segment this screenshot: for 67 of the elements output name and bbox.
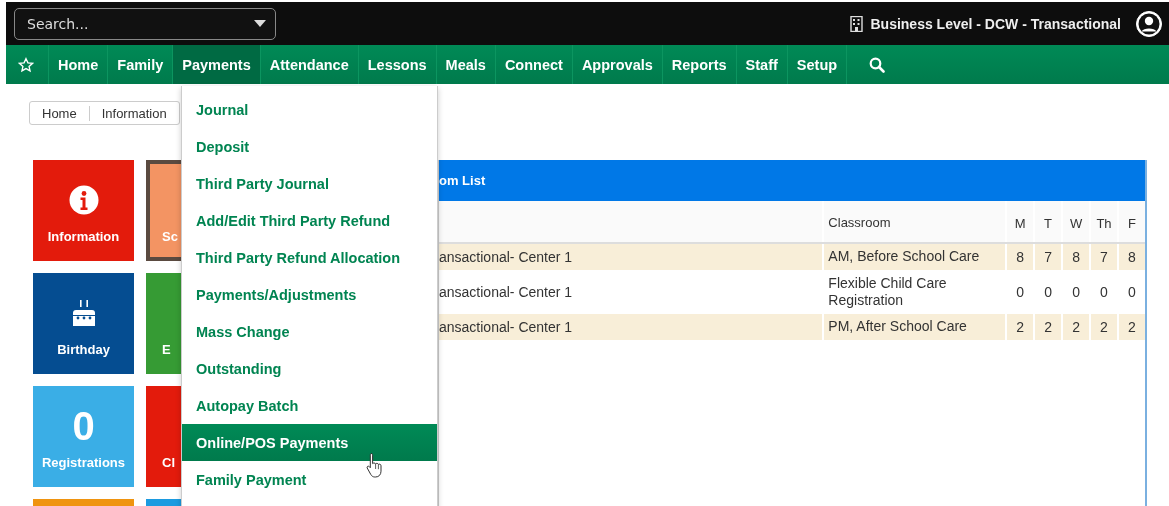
pointer-cursor-icon: [366, 452, 384, 478]
dashboard-tile[interactable]: E: [146, 273, 181, 374]
nav-tab[interactable]: Meals: [436, 45, 496, 84]
menu-item[interactable]: Deposit: [182, 128, 437, 165]
column-header: Th: [1090, 201, 1118, 243]
menu-item[interactable]: Autopay Batch: [182, 387, 437, 424]
nav-tab[interactable]: Reports: [662, 45, 737, 84]
menu-item[interactable]: Journal: [182, 91, 437, 128]
table-cell: AM, Before School Care: [823, 243, 1007, 270]
column-header: T: [1034, 201, 1063, 243]
table-cell: ansactional- Center 1: [439, 243, 824, 270]
column-header: Classroom: [823, 201, 1007, 243]
dashboard-tile[interactable]: 0 Registrations: [33, 386, 134, 487]
tile-label: Cl: [162, 455, 175, 470]
birthday-cake-icon: [72, 298, 95, 328]
column-header: F: [1118, 201, 1145, 243]
dashboard-tile[interactable]: Birthday: [33, 273, 134, 374]
table-cell: ansactional- Center 1: [439, 314, 824, 340]
dashboard-tile[interactable]: Information: [33, 160, 134, 261]
user-avatar-icon: [1135, 9, 1163, 38]
menu-item[interactable]: Third Party Journal: [182, 165, 437, 202]
nav-tab[interactable]: Approvals: [572, 45, 663, 84]
table-cell: 2: [1118, 314, 1145, 340]
column-header: M: [1006, 201, 1035, 243]
breadcrumb-item[interactable]: Home: [30, 105, 90, 121]
info-icon: [68, 185, 99, 215]
table-cell: 7: [1090, 243, 1118, 270]
menu-item[interactable]: Family Payment: [182, 461, 437, 498]
breadcrumb-item[interactable]: Information: [89, 105, 179, 121]
search-icon: [869, 56, 886, 73]
dashboard-tile[interactable]: Cl: [146, 386, 181, 487]
table-cell: 7: [1034, 243, 1063, 270]
building-icon: [850, 15, 864, 32]
menu-item[interactable]: Outstanding: [182, 350, 437, 387]
menu-item[interactable]: Third Party Refund Allocation: [182, 239, 437, 276]
caret-icon: [254, 19, 266, 28]
star-icon: [18, 56, 34, 73]
tile-label: Sc: [162, 229, 178, 244]
menu-item[interactable]: Payments/Adjustments: [182, 276, 437, 313]
nav-tab[interactable]: Setup: [787, 45, 848, 84]
registration-count: 0: [72, 406, 95, 446]
table-cell: PM, After School Care: [823, 314, 1007, 340]
table-cell: 8: [1006, 243, 1035, 270]
table-cell: 8: [1118, 243, 1145, 270]
table-cell: ansactional- Center 1: [439, 270, 824, 314]
table-cell: 2: [1062, 314, 1091, 340]
table-cell: 8: [1062, 243, 1091, 270]
tile-label: E: [162, 342, 171, 357]
tile-label: Birthday: [57, 342, 110, 357]
business-level-label: Business Level - DCW - Transactional: [870, 15, 1121, 32]
column-header: W: [1062, 201, 1091, 243]
menu-item[interactable]: Online/POS Payments: [182, 424, 437, 461]
nav-tab[interactable]: Connect: [495, 45, 573, 84]
table-cell: 2: [1034, 314, 1063, 340]
tile-label: Information: [47, 229, 120, 244]
nav-tab[interactable]: Payments: [173, 45, 261, 84]
search-field[interactable]: Search...: [14, 7, 276, 40]
menu-item[interactable]: Add/Edit Third Party Refund: [182, 202, 437, 239]
nav-tab[interactable]: Home: [49, 45, 109, 84]
nav-tab[interactable]: Staff: [736, 45, 788, 84]
tile-label: Registrations: [41, 455, 126, 470]
panel-title: om List: [439, 160, 1145, 201]
menu-item[interactable]: Mass Change: [182, 313, 437, 350]
table-cell: 2: [1006, 314, 1035, 340]
nav-tab[interactable]: Attendance: [260, 45, 359, 84]
table-cell: 2: [1090, 314, 1118, 340]
nav-tab[interactable]: Lessons: [358, 45, 437, 84]
